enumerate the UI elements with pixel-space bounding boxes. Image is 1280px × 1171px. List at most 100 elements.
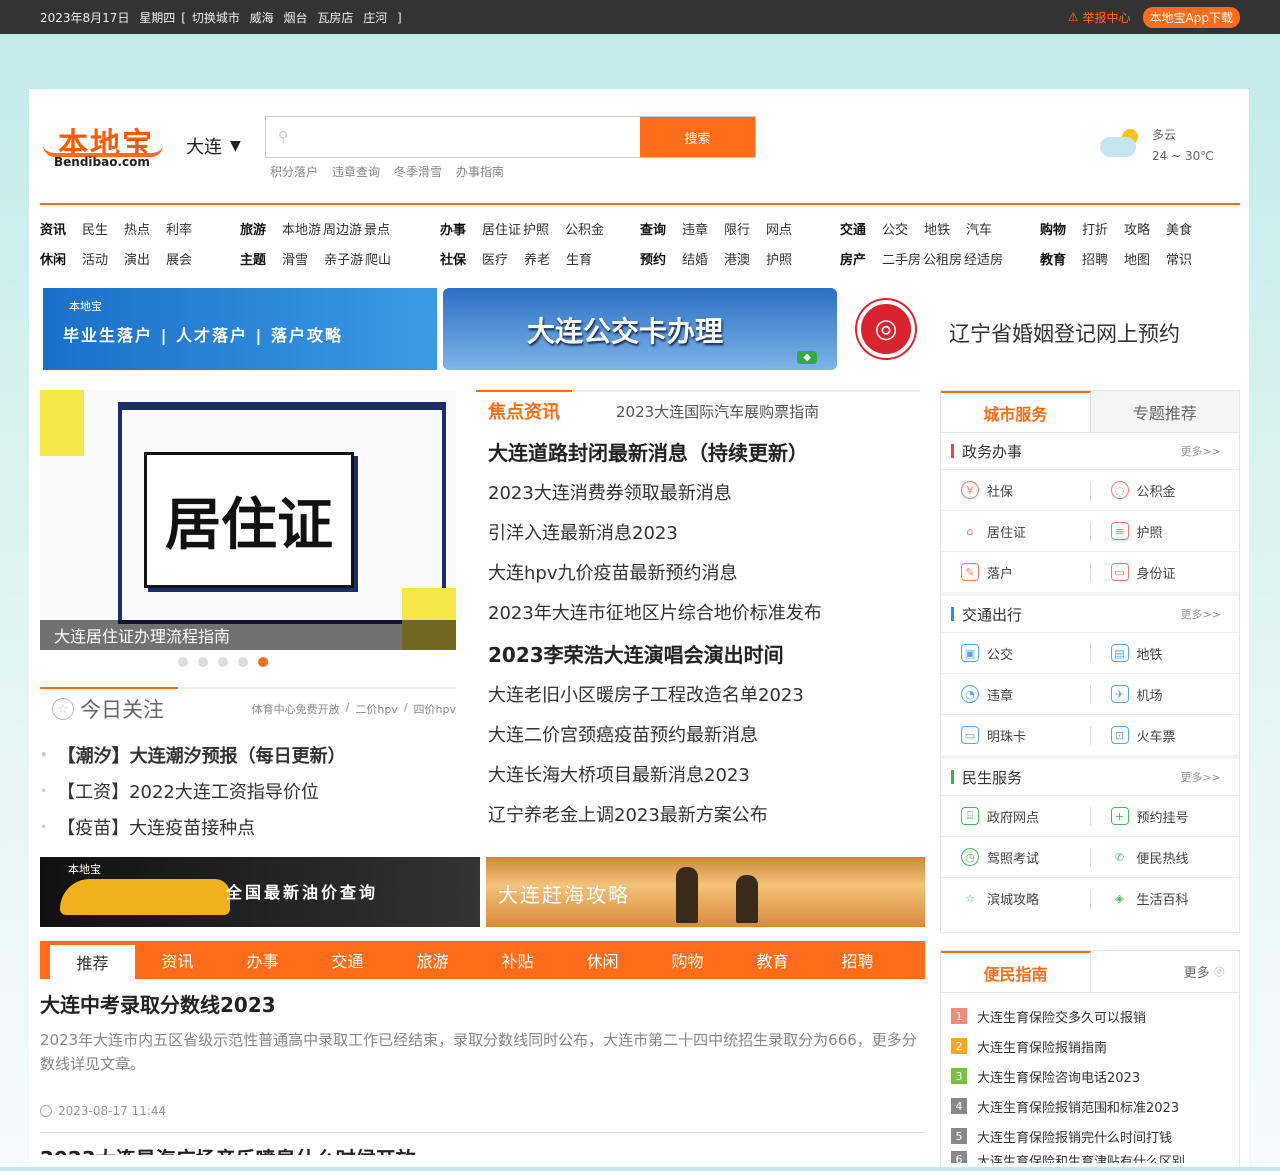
nav-link[interactable]: 生育 <box>566 249 592 268</box>
search-button[interactable]: 搜索 <box>640 117 755 157</box>
nav-link[interactable]: 违章 <box>682 219 708 238</box>
service-item-bus[interactable]: ▣ 公交 <box>941 644 1090 663</box>
hotword-link[interactable]: 违章查询 <box>332 163 380 180</box>
today-link[interactable]: 体育中心免费开放 <box>252 701 340 717</box>
nav-link[interactable]: 资讯 <box>40 219 66 238</box>
nav-link[interactable]: 购物 <box>1040 219 1066 238</box>
nav-link[interactable]: 交通 <box>840 219 866 238</box>
service-item-settlement[interactable]: ✎ 落户 <box>941 563 1090 582</box>
news-item[interactable]: 大连二价宫颈癌疫苗预约最新消息 <box>488 714 920 754</box>
nav-link[interactable]: 公租房 <box>923 249 962 268</box>
tab-affairs[interactable]: 办事 <box>220 941 305 979</box>
tab-news[interactable]: 资讯 <box>135 941 220 979</box>
tab-travel[interactable]: 旅游 <box>390 941 475 979</box>
slider-dot[interactable] <box>198 657 208 667</box>
nav-link[interactable]: 亲子游 <box>324 249 363 268</box>
city-link-weihai[interactable]: 威海 <box>250 11 274 25</box>
nav-link[interactable]: 展会 <box>166 249 192 268</box>
city-selector[interactable]: 大连 ▼ <box>186 133 241 159</box>
more-link[interactable]: 更多>> <box>1181 606 1221 622</box>
today-link[interactable]: 二价hpv <box>355 701 397 717</box>
tab-education[interactable]: 教育 <box>730 941 815 979</box>
article-title[interactable]: 大连中考录取分数线2023 <box>40 989 925 1018</box>
switch-city-link[interactable]: 切换城市 <box>192 11 240 25</box>
tab-leisure[interactable]: 休闲 <box>560 941 645 979</box>
service-item-pearl-card[interactable]: ▭ 明珠卡 <box>941 726 1090 745</box>
tab-jobs[interactable]: 招聘 <box>815 941 900 979</box>
nav-link[interactable]: 查询 <box>640 219 666 238</box>
city-link-yantai[interactable]: 烟台 <box>284 11 308 25</box>
nav-link[interactable]: 休闲 <box>40 249 66 268</box>
service-item-violation[interactable]: ◔ 违章 <box>941 685 1090 704</box>
headline-item[interactable]: 大连道路封闭最新消息（持续更新） <box>488 430 920 472</box>
list-item[interactable]: 【潮汐】大连潮汐预报（每日更新） <box>40 737 456 773</box>
service-item-id-card[interactable]: ▭ 身份证 <box>1089 562 1240 582</box>
list-item[interactable]: 2 大连生育保险报销指南 <box>951 1031 1229 1061</box>
nav-link[interactable]: 活动 <box>82 249 108 268</box>
service-item-passport[interactable]: ≡ 护照 <box>1089 521 1240 541</box>
site-logo[interactable]: 本地宝 Bendibao.com <box>40 117 170 175</box>
news-item[interactable]: 2023年大连市征地区片综合地价标准发布 <box>488 592 920 632</box>
nav-link[interactable]: 网点 <box>766 219 792 238</box>
service-item-hospital-booking[interactable]: + 预约挂号 <box>1089 806 1240 826</box>
app-download-button[interactable]: 本地宝App下载 <box>1142 6 1240 28</box>
list-item[interactable]: 3 大连生育保险咨询电话2023 <box>951 1061 1229 1091</box>
more-link[interactable]: 更多 ◎ <box>1184 951 1239 992</box>
service-item-social-security[interactable]: ¥ 社保 <box>941 481 1090 500</box>
list-item[interactable]: 4 大连生育保险报销范围和标准2023 <box>951 1091 1229 1121</box>
report-center-link[interactable]: ⚠ 举报中心 <box>1068 9 1131 26</box>
nav-link[interactable]: 地铁 <box>924 219 950 238</box>
banner-bus-card[interactable]: 大连公交卡办理 ◆ <box>443 288 837 370</box>
ad-beach[interactable]: 大连赶海攻略 <box>486 857 925 927</box>
news-item[interactable]: 大连老旧小区暖房子工程改造名单2023 <box>488 674 920 714</box>
nav-link[interactable]: 预约 <box>640 249 666 268</box>
nav-link[interactable]: 攻略 <box>1124 219 1150 238</box>
list-item[interactable]: 【疫苗】大连疫苗接种点 <box>40 809 456 845</box>
search-input[interactable]: ⚲ <box>266 117 640 157</box>
tab-topics[interactable]: 专题推荐 <box>1090 391 1239 432</box>
nav-link[interactable]: 周边游 <box>323 219 362 238</box>
city-link-zhuanghe[interactable]: 庄河 <box>363 11 387 25</box>
image-slider[interactable]: 居住证 大连居住证办理流程指南 <box>40 390 456 650</box>
marquee-link[interactable]: 2023大连国际汽车展购票指南 <box>616 401 819 422</box>
nav-link[interactable]: 公积金 <box>565 219 604 238</box>
service-item-hotline[interactable]: ✆ 便民热线 <box>1089 847 1240 867</box>
news-item[interactable]: 2023大连消费券领取最新消息 <box>488 472 920 512</box>
service-item-city-guide[interactable]: ☆ 滨城攻略 <box>941 889 1090 908</box>
nav-link[interactable]: 招聘 <box>1082 249 1108 268</box>
nav-link[interactable]: 公交 <box>882 219 908 238</box>
list-item[interactable]: 1 大连生育保险交多久可以报销 <box>951 1001 1229 1031</box>
service-item-residence[interactable]: ⌂ 居住证 <box>941 522 1090 541</box>
slide-caption[interactable]: 大连居住证办理流程指南 <box>40 620 456 650</box>
slider-dot[interactable] <box>238 657 248 667</box>
service-item-encyclopedia[interactable]: ◈ 生活百科 <box>1089 888 1240 908</box>
nav-link[interactable]: 社保 <box>440 249 466 268</box>
nav-link[interactable]: 旅游 <box>240 219 266 238</box>
tab-city-services[interactable]: 城市服务 <box>941 391 1091 432</box>
nav-link[interactable]: 美食 <box>1166 219 1192 238</box>
headline-item[interactable]: 2023李荣浩大连演唱会演出时间 <box>488 632 920 674</box>
nav-link[interactable]: 汽车 <box>966 219 992 238</box>
nav-link[interactable]: 主题 <box>240 249 266 268</box>
banner-settlement[interactable]: 本地宝 毕业生落户 | 人才落户 | 落户攻略 <box>43 288 437 370</box>
slider-dot[interactable] <box>178 657 188 667</box>
news-item[interactable]: 辽宁养老金上调2023最新方案公布 <box>488 794 920 834</box>
tab-traffic[interactable]: 交通 <box>305 941 390 979</box>
news-item[interactable]: 大连hpv九价疫苗最新预约消息 <box>488 552 920 592</box>
nav-link[interactable]: 护照 <box>766 249 792 268</box>
today-link[interactable]: 四价hpv <box>414 701 456 717</box>
nav-link[interactable]: 二手房 <box>882 249 921 268</box>
service-item-metro[interactable]: ▤ 地铁 <box>1089 643 1240 663</box>
tab-subsidy[interactable]: 补贴 <box>475 941 560 979</box>
slider-dot-active[interactable] <box>258 657 268 667</box>
nav-link[interactable]: 教育 <box>1040 249 1066 268</box>
nav-link[interactable]: 港澳 <box>724 249 750 268</box>
list-item[interactable]: 6 大连生育保险和生育津贴有什么区别 <box>951 1151 1229 1163</box>
article-title[interactable]: 2023大连星海广场音乐喷泉什么时候开放 <box>40 1143 925 1155</box>
nav-link[interactable]: 护照 <box>523 219 549 238</box>
hotword-link[interactable]: 冬季滑雪 <box>394 163 442 180</box>
nav-link[interactable]: 本地游 <box>282 219 321 238</box>
nav-link[interactable]: 办事 <box>440 219 466 238</box>
service-item-train-ticket[interactable]: ⊡ 火车票 <box>1089 725 1240 745</box>
nav-link[interactable]: 利率 <box>166 219 192 238</box>
